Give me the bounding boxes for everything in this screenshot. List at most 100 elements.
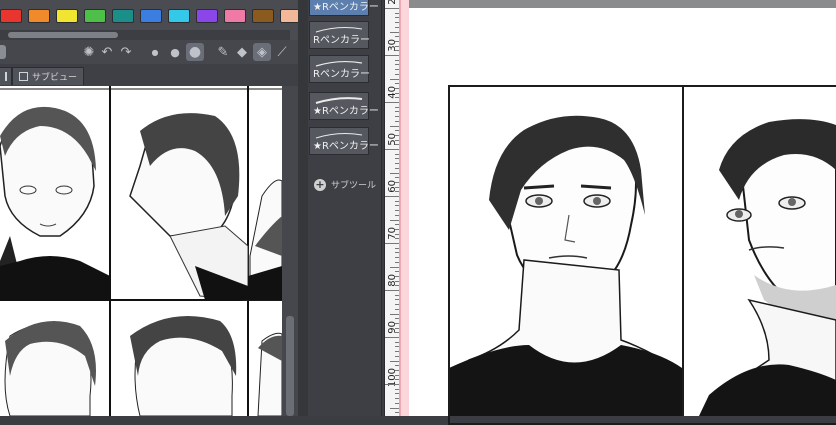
ruler-tick bbox=[395, 106, 399, 108]
subview-scrollbar[interactable] bbox=[282, 86, 298, 416]
ruler-tick bbox=[395, 111, 399, 113]
brush-item[interactable]: ★Rペンカラー bbox=[309, 0, 379, 16]
brush-label: ★Rペンカラー bbox=[313, 141, 379, 152]
ruler-tick bbox=[395, 412, 399, 414]
ruler-tick bbox=[395, 247, 399, 249]
color-swatch[interactable] bbox=[84, 9, 106, 23]
brush-item[interactable]: Rペンカラー bbox=[309, 21, 370, 49]
ruler-tick bbox=[395, 116, 399, 118]
ruler-tick bbox=[395, 365, 399, 367]
scrollbar-thumb[interactable] bbox=[8, 32, 118, 38]
ruler-tick bbox=[395, 271, 399, 273]
small-dot-icon[interactable]: ● bbox=[146, 43, 164, 61]
ruler-tick bbox=[395, 308, 399, 310]
ruler-tick bbox=[395, 299, 399, 301]
ruler-number: 20 bbox=[387, 0, 398, 5]
brush-item[interactable]: Rペンカラー bbox=[309, 55, 370, 83]
brush-label: Rペンカラー bbox=[313, 69, 370, 80]
add-subtool-label: サブツール bbox=[331, 181, 377, 191]
ruler-tick bbox=[395, 402, 399, 404]
color-swatch[interactable] bbox=[196, 9, 218, 23]
subview-icon bbox=[19, 72, 28, 81]
ruler-tick bbox=[395, 26, 399, 28]
ruler-tick bbox=[390, 266, 399, 268]
spinner-icon[interactable]: ✺ bbox=[80, 43, 98, 61]
ruler-tick bbox=[395, 200, 399, 202]
reference-sketch-grid bbox=[0, 86, 282, 416]
ruler-tick bbox=[395, 163, 399, 165]
canvas-margin-guide bbox=[400, 0, 409, 416]
subview-reference-image[interactable] bbox=[0, 86, 282, 416]
color-swatch[interactable] bbox=[28, 9, 50, 23]
color-swatch[interactable] bbox=[56, 9, 78, 23]
ruler-tick bbox=[395, 346, 399, 348]
tab-hidden[interactable] bbox=[0, 67, 12, 85]
ruler-tick bbox=[395, 73, 399, 75]
ruler-tick bbox=[390, 360, 399, 362]
manga-panel-border bbox=[448, 85, 836, 425]
color-swatch[interactable] bbox=[112, 9, 134, 23]
ruler-tick bbox=[395, 120, 399, 122]
subview-toolbar: ✺ ↶ ↷ ● ● ● ✎ ◆ ◈ ⟋ bbox=[0, 40, 298, 64]
ruler-tick bbox=[395, 17, 399, 19]
vertical-ruler[interactable]: 2030405060708090100 bbox=[384, 0, 400, 416]
pen-icon[interactable]: ✎ bbox=[214, 43, 232, 61]
ruler-tick bbox=[385, 384, 399, 385]
color-swatch[interactable] bbox=[224, 9, 246, 23]
brush-item[interactable]: ★Rペンカラー bbox=[309, 127, 379, 155]
tab-subview[interactable]: サブビュー bbox=[12, 67, 85, 85]
ruler-tick bbox=[390, 125, 399, 127]
ruler-tick bbox=[395, 214, 399, 216]
ruler-tick bbox=[390, 78, 399, 80]
ruler-tick bbox=[390, 313, 399, 315]
ruler-tick bbox=[395, 130, 399, 132]
ruler-tick bbox=[395, 12, 399, 14]
ruler-tick bbox=[385, 337, 399, 338]
ruler-tick bbox=[395, 69, 399, 71]
brush-label: Rペンカラー bbox=[313, 35, 370, 46]
ruler-tick bbox=[395, 294, 399, 296]
color-swatch[interactable] bbox=[140, 9, 162, 23]
ruler-number: 80 bbox=[387, 274, 398, 287]
color-set-scrollbar[interactable] bbox=[0, 30, 290, 40]
plus-icon: + bbox=[314, 177, 326, 191]
ruler-tick bbox=[395, 205, 399, 207]
ruler-tick bbox=[385, 149, 399, 150]
add-subtool-button[interactable]: + サブツール bbox=[314, 178, 376, 191]
ruler-tick bbox=[385, 196, 399, 197]
subview-tab-bar: サブビュー bbox=[0, 64, 298, 87]
redo-icon[interactable]: ↷ bbox=[117, 43, 135, 61]
ruler-tick bbox=[385, 55, 399, 56]
ruler-tick bbox=[395, 36, 399, 38]
ruler-tick bbox=[395, 167, 399, 169]
scrollbar-thumb[interactable] bbox=[286, 316, 294, 416]
eraser-icon[interactable]: ◆ bbox=[233, 43, 251, 61]
ruler-tick bbox=[395, 398, 399, 400]
manga-panel-divider bbox=[682, 85, 684, 416]
color-swatch[interactable] bbox=[0, 9, 22, 23]
ruler-number: 60 bbox=[387, 180, 398, 193]
canvas-top-edge bbox=[409, 0, 836, 8]
color-swatch[interactable] bbox=[252, 9, 274, 23]
ruler-number: 30 bbox=[387, 39, 398, 52]
ruler-tick bbox=[385, 243, 399, 244]
drop-icon[interactable]: ◈ bbox=[253, 43, 271, 61]
brush-item[interactable]: ★Rペンカラー bbox=[309, 92, 379, 120]
color-swatch[interactable] bbox=[168, 9, 190, 23]
ruler-tick bbox=[395, 224, 399, 226]
panel-drag-strip[interactable] bbox=[298, 0, 308, 416]
ruler-number: 70 bbox=[387, 227, 398, 240]
ruler-tick bbox=[395, 83, 399, 85]
eyedropper-icon[interactable]: ⟋ bbox=[273, 43, 291, 61]
ruler-tick bbox=[385, 102, 399, 103]
large-dot-icon[interactable]: ● bbox=[186, 43, 204, 61]
ruler-number: 50 bbox=[387, 133, 398, 146]
ruler-number: 40 bbox=[387, 86, 398, 99]
brush-label: ★Rペンカラー bbox=[313, 2, 379, 13]
ruler-tick bbox=[395, 388, 399, 390]
medium-dot-icon[interactable]: ● bbox=[166, 43, 184, 61]
color-set-swatches bbox=[0, 9, 308, 25]
ruler-tick bbox=[395, 304, 399, 306]
undo-icon[interactable]: ↶ bbox=[98, 43, 116, 61]
ruler-tick bbox=[390, 407, 399, 409]
